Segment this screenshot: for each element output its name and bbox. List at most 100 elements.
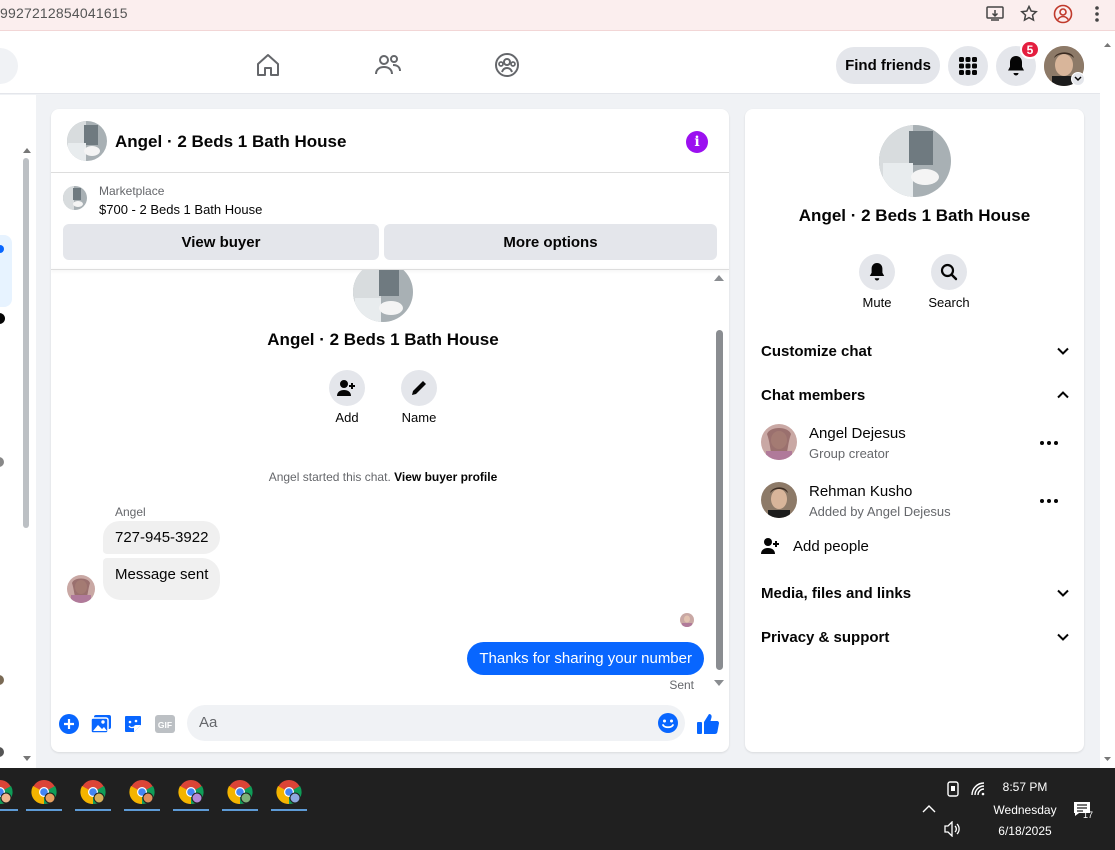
clock-time[interactable]: 8:57 PM [985, 780, 1065, 794]
add-people-button[interactable]: Add people [761, 537, 869, 555]
message-input[interactable]: Aa [187, 705, 685, 741]
browser-toolbar-strip [0, 30, 1115, 38]
browser-address-bar: 9927212854041615 [0, 0, 1115, 30]
menu-grid-button[interactable] [948, 46, 988, 86]
facebook-top-nav: Find friends 5 [0, 38, 1100, 94]
clock-day[interactable]: Wednesday [985, 803, 1065, 817]
listing-thumbnail[interactable] [63, 186, 87, 210]
add-people-label: Add people [793, 537, 869, 555]
search-icon [940, 263, 958, 281]
thread-scroll-up-icon[interactable] [714, 275, 724, 281]
member-avatar[interactable] [761, 424, 797, 460]
emoji-icon[interactable] [657, 712, 679, 739]
address-bar-icons [985, 4, 1107, 24]
chrome-taskbar-icon[interactable] [269, 776, 309, 811]
chrome-taskbar-icon[interactable] [171, 776, 211, 811]
home-icon[interactable] [253, 50, 283, 80]
incoming-message[interactable]: Message sent [103, 558, 221, 600]
chrome-taskbar-icon[interactable] [220, 776, 260, 811]
windows-taskbar: 8:57 PM Wednesday 6/18/2025 17 [0, 768, 1115, 850]
chat-avatar-stub[interactable] [0, 313, 5, 324]
mute-button[interactable] [859, 254, 895, 290]
thread-scroll-down-icon[interactable] [714, 680, 724, 686]
thread-group-avatar [353, 270, 413, 322]
name-chat-button[interactable] [401, 370, 437, 406]
chat-panel: Angel · 2 Beds 1 Bath House i Marketplac… [51, 109, 729, 752]
privacy-support-row[interactable]: Privacy & support [761, 625, 1069, 649]
clock-date[interactable]: 6/18/2025 [985, 824, 1065, 838]
more-actions-plus-icon[interactable] [58, 713, 80, 735]
more-options-button[interactable]: More options [384, 224, 717, 260]
volume-icon[interactable] [944, 820, 962, 838]
chat-avatar-stub[interactable] [0, 457, 4, 467]
mute-label: Mute [862, 295, 892, 310]
bell-icon [869, 263, 885, 281]
bookmark-star-icon[interactable] [1019, 4, 1039, 24]
like-thumb-icon[interactable] [695, 713, 721, 735]
chat-started-text: Angel started this chat. [268, 470, 391, 484]
left-scrollbar-thumb[interactable] [23, 158, 29, 528]
sender-avatar[interactable] [67, 575, 95, 603]
install-app-icon[interactable] [985, 4, 1005, 24]
member-role: Added by Angel Dejesus [809, 504, 951, 519]
details-group-avatar [879, 125, 951, 197]
incoming-message[interactable]: 727-945-3922 [103, 521, 221, 554]
search-in-chat-button[interactable] [931, 254, 967, 290]
view-buyer-profile-link[interactable]: View buyer profile [394, 470, 497, 484]
member-options-icon[interactable] [1035, 433, 1063, 453]
sender-name: Angel [115, 505, 146, 519]
chat-avatar-stub[interactable] [0, 675, 4, 685]
device-icon[interactable] [944, 780, 962, 798]
chrome-taskbar-icon[interactable] [73, 776, 113, 811]
groups-icon[interactable] [492, 50, 522, 80]
url-text[interactable]: 9927212854041615 [0, 5, 128, 21]
grid-icon [959, 57, 977, 75]
member-avatar[interactable] [761, 482, 797, 518]
thread-group-title: Angel · 2 Beds 1 Bath House [267, 330, 499, 349]
notification-badge: 5 [1020, 40, 1040, 59]
name-label: Name [401, 410, 437, 425]
pencil-icon [412, 381, 426, 395]
notification-center-count: 17 [1083, 810, 1094, 820]
member-name[interactable]: Rehman Kusho [809, 483, 912, 500]
show-hidden-icons-chevron-icon[interactable] [920, 800, 938, 818]
add-person-icon [337, 380, 355, 396]
chat-info-icon[interactable]: i [686, 131, 708, 153]
member-name[interactable]: Angel Dejesus [809, 425, 906, 442]
thread-scrollbar-thumb[interactable] [716, 330, 723, 670]
chrome-taskbar-icon[interactable] [122, 776, 162, 811]
chevron-up-icon [1057, 391, 1069, 399]
view-buyer-button[interactable]: View buyer [63, 224, 379, 260]
outgoing-message[interactable]: Thanks for sharing your number [467, 642, 704, 675]
member-options-icon[interactable] [1035, 491, 1063, 511]
chat-group-avatar[interactable] [66, 121, 108, 161]
message-composer: GIF Aa [51, 704, 729, 744]
profile-icon[interactable] [1053, 4, 1073, 24]
search-field-stub[interactable] [0, 48, 18, 84]
friends-icon[interactable] [373, 50, 403, 80]
gif-icon[interactable]: GIF [154, 713, 176, 735]
customize-chat-label: Customize chat [761, 342, 872, 360]
chat-started-notice: Angel started this chat. View buyer prof… [51, 470, 715, 484]
listing-price-title[interactable]: $700 - 2 Beds 1 Bath House [99, 202, 262, 217]
chat-avatar-stub[interactable] [0, 747, 4, 757]
attach-photo-icon[interactable] [90, 713, 112, 735]
scroll-down-icon [23, 756, 31, 761]
chrome-taskbar-icon[interactable] [24, 776, 64, 811]
find-friends-button[interactable]: Find friends [836, 47, 940, 84]
add-member-button[interactable] [329, 370, 365, 406]
message-input-placeholder: Aa [199, 714, 218, 731]
chat-members-row[interactable]: Chat members [761, 383, 1069, 407]
browser-menu-icon[interactable] [1087, 4, 1107, 24]
account-menu-chevron-icon[interactable] [1071, 72, 1085, 86]
chat-details-panel: Angel · 2 Beds 1 Bath House Mute Search … [745, 109, 1084, 752]
member-role: Group creator [809, 446, 890, 461]
customize-chat-row[interactable]: Customize chat [761, 339, 1069, 363]
sticker-icon[interactable] [122, 713, 144, 735]
media-files-links-row[interactable]: Media, files and links [761, 581, 1069, 605]
browser-scrollbar[interactable] [1100, 38, 1115, 768]
chevron-down-icon [1057, 589, 1069, 597]
chrome-taskbar-icon[interactable] [0, 776, 20, 811]
chat-header: Angel · 2 Beds 1 Bath House i [51, 109, 729, 173]
marketplace-listing-row: Marketplace $700 - 2 Beds 1 Bath House [51, 174, 729, 224]
